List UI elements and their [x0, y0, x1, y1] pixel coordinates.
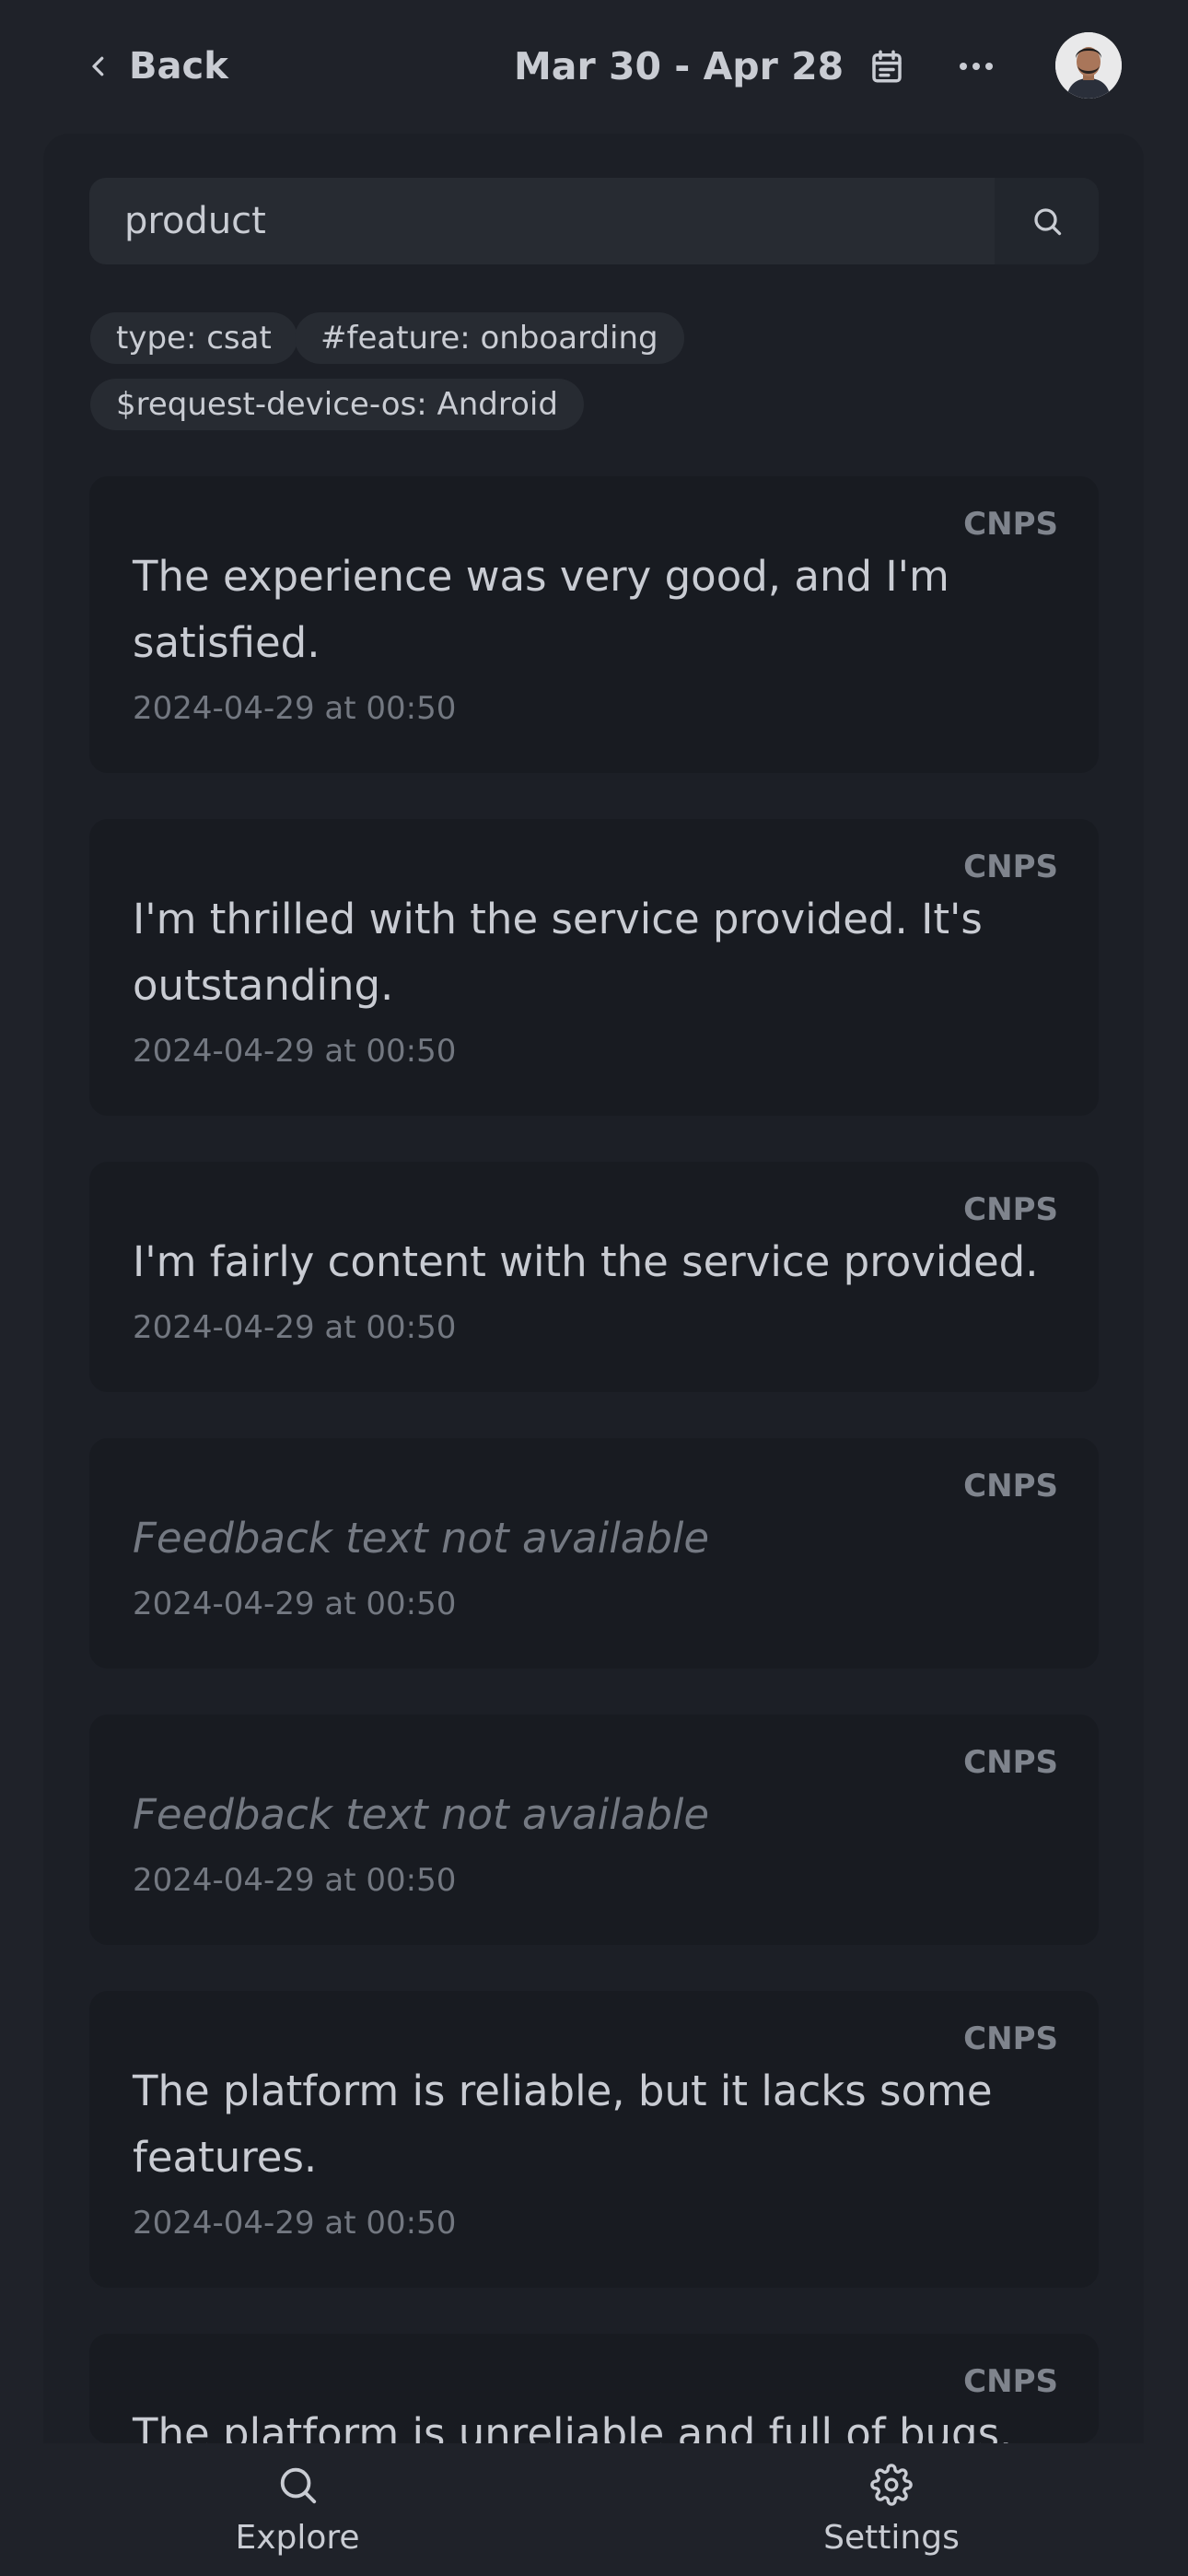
feedback-card[interactable]: CNPS I'm fairly content with the service… — [89, 1162, 1099, 1392]
search-bar — [89, 178, 1099, 264]
feedback-text-unavailable: Feedback text not available — [133, 1514, 710, 1563]
feedback-text: The platform is reliable, but it lacks s… — [133, 2067, 993, 2182]
more-options-button[interactable] — [954, 46, 998, 87]
feedback-date: 2024-04-29 at 00:50 — [133, 1033, 457, 1070]
feedback-card[interactable]: CNPS The experience was very good, and I… — [89, 476, 1099, 773]
survey-type-badge: CNPS — [963, 1468, 1058, 1505]
feedback-card[interactable]: CNPS The platform is unreliable and full… — [89, 2334, 1099, 2443]
nav-settings[interactable]: Settings — [772, 2443, 1011, 2576]
back-label: Back — [129, 45, 228, 88]
feedback-text-unavailable: Feedback text not available — [133, 1790, 710, 1839]
calendar-icon — [872, 50, 902, 83]
survey-type-badge: CNPS — [963, 1744, 1058, 1781]
gear-icon — [870, 2464, 913, 2506]
nav-explore[interactable]: Explore — [178, 2443, 417, 2576]
feedback-card[interactable]: CNPS I'm thrilled with the service provi… — [89, 819, 1099, 1116]
survey-type-badge: CNPS — [963, 2020, 1058, 2057]
top-bar: Back Mar 30 - Apr 28 — [0, 0, 1188, 134]
nav-settings-label: Settings — [823, 2519, 960, 2557]
feedback-explorer-screen: Back Mar 30 - Apr 28 product type: csat … — [0, 0, 1188, 2576]
filter-chip-feature[interactable]: #feature: onboarding — [295, 312, 684, 364]
filter-chip-type[interactable]: type: csat — [90, 312, 297, 364]
date-range-picker[interactable]: Mar 30 - Apr 28 — [514, 39, 906, 94]
search-icon — [1033, 208, 1061, 236]
nav-explore-label: Explore — [235, 2519, 360, 2557]
search-button[interactable] — [995, 178, 1099, 264]
feedback-date: 2024-04-29 at 00:50 — [133, 690, 457, 727]
feedback-text: I'm fairly content with the service prov… — [133, 1237, 1039, 1286]
bottom-navigation: Explore Settings — [0, 2443, 1188, 2576]
feedback-text: The experience was very good, and I'm sa… — [133, 552, 949, 667]
survey-type-badge: CNPS — [963, 2363, 1058, 2400]
feedback-text: The platform is unreliable and full of b… — [133, 2409, 1013, 2443]
search-icon — [280, 2467, 317, 2504]
feedback-date: 2024-04-29 at 00:50 — [133, 2205, 457, 2242]
survey-type-badge: CNPS — [963, 506, 1058, 543]
back-button[interactable]: Back — [85, 39, 228, 94]
feedback-text: I'm thrilled with the service provided. … — [133, 895, 983, 1010]
search-input[interactable] — [89, 178, 995, 264]
feedback-date: 2024-04-29 at 00:50 — [133, 1309, 457, 1346]
user-avatar[interactable] — [1055, 32, 1122, 99]
avatar-image — [1055, 32, 1122, 99]
survey-type-badge: CNPS — [963, 1191, 1058, 1228]
survey-type-badge: CNPS — [963, 849, 1058, 885]
date-range-label: Mar 30 - Apr 28 — [514, 44, 844, 88]
ellipsis-icon — [960, 63, 993, 70]
feedback-date: 2024-04-29 at 00:50 — [133, 1862, 457, 1899]
feedback-date: 2024-04-29 at 00:50 — [133, 1586, 457, 1622]
filter-chip-device-os[interactable]: $request-device-os: Android — [90, 379, 584, 430]
feedback-card[interactable]: CNPS The platform is reliable, but it la… — [89, 1991, 1099, 2288]
chevron-left-icon — [92, 56, 104, 76]
feedback-card[interactable]: CNPS Feedback text not available 2024-04… — [89, 1438, 1099, 1669]
feedback-card[interactable]: CNPS Feedback text not available 2024-04… — [89, 1715, 1099, 1945]
